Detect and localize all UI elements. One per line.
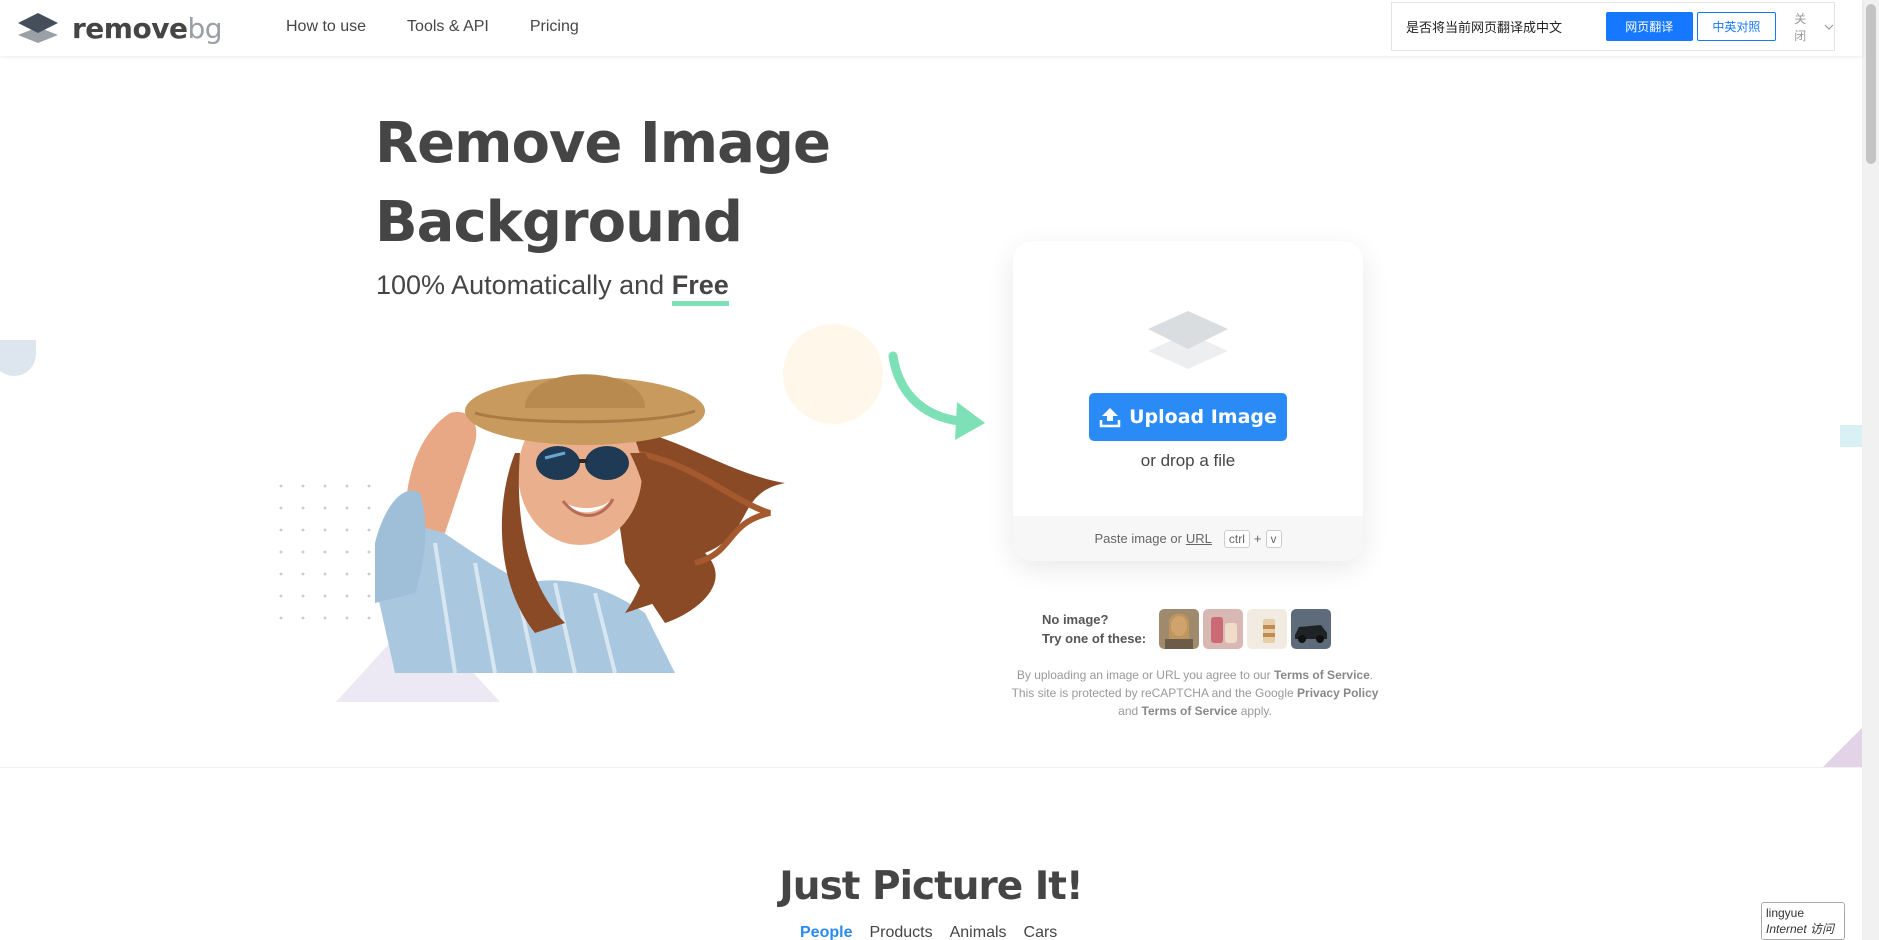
tab-people[interactable]: People: [800, 924, 852, 940]
sample-images: No image? Try one of these:: [1042, 609, 1335, 649]
samples-label-line1: No image?: [1042, 612, 1109, 627]
legal-text-3: and: [1118, 704, 1139, 718]
nav-pricing[interactable]: Pricing: [530, 18, 579, 36]
samples-label: No image? Try one of these:: [1042, 610, 1159, 648]
hero-subtitle-prefix: 100% Automatically and: [376, 270, 665, 300]
kbd-v: v: [1265, 529, 1282, 548]
category-tabs: People Products Animals Cars: [800, 924, 1057, 940]
logo[interactable]: removebg: [16, 10, 222, 46]
section-divider: [0, 767, 1862, 768]
privacy-policy-link[interactable]: Privacy Policy: [1297, 686, 1378, 700]
hero-woman-photo: [375, 374, 785, 673]
sample-thumb-product[interactable]: [1203, 609, 1243, 649]
main-nav: How to use Tools & API Pricing: [286, 18, 579, 36]
decorative-square: [1840, 425, 1862, 447]
hero-subtitle-highlight: Free: [671, 270, 729, 306]
translate-close-button[interactable]: 关闭: [1794, 10, 1834, 44]
tab-products[interactable]: Products: [869, 924, 932, 940]
chevron-down-icon: [1824, 24, 1834, 30]
page-scrollbar[interactable]: [1862, 0, 1879, 940]
bilingual-button[interactable]: 中英对照: [1696, 12, 1777, 41]
decorative-circle: [783, 324, 883, 424]
lingyue-widget[interactable]: lingyue Internet 访问: [1761, 902, 1845, 940]
translate-message: 是否将当前网页翻译成中文: [1406, 21, 1563, 36]
terms-link-1[interactable]: Terms of Service: [1274, 668, 1370, 682]
terms-link-2[interactable]: Terms of Service: [1142, 704, 1238, 718]
arrow-icon: [888, 351, 985, 440]
nav-how-to-use[interactable]: How to use: [286, 18, 366, 36]
widget-line2: Internet 访问: [1766, 922, 1835, 936]
section-title: Just Picture It!: [779, 864, 1083, 909]
legal-text-4: apply.: [1240, 704, 1272, 718]
translate-close-label: 关闭: [1794, 11, 1807, 43]
sample-thumb-person[interactable]: [1159, 609, 1199, 649]
sample-thumb-car[interactable]: [1291, 609, 1331, 649]
translate-bar: 是否将当前网页翻译成中文 网页翻译 中英对照 关闭: [1391, 2, 1835, 51]
decorative-half-circle: [0, 340, 36, 376]
hero-title: Remove Image Background: [375, 111, 831, 255]
paste-prefix: Paste image or: [1094, 531, 1182, 546]
drop-file-text: or drop a file: [1140, 451, 1236, 470]
legal-text-1: By uploading an image or URL you agree t…: [1016, 668, 1271, 682]
tab-cars[interactable]: Cars: [1024, 924, 1058, 940]
hero-subtitle: 100% Automatically and Free: [376, 270, 729, 306]
legal-notice: By uploading an image or URL you agree t…: [1010, 666, 1380, 720]
layers-icon: [1148, 311, 1228, 369]
logo-text: removebg: [72, 11, 222, 45]
upload-image-button[interactable]: Upload Image: [1089, 393, 1287, 441]
upload-card: Upload Image or drop a file Paste image …: [1013, 241, 1363, 561]
translate-page-button[interactable]: 网页翻译: [1606, 12, 1693, 41]
upload-button-label: Upload Image: [1129, 406, 1277, 428]
paste-hint: Paste image or URL ctrl + v: [1013, 516, 1363, 561]
decorative-corner-triangle: [1822, 728, 1862, 768]
upload-icon: [1099, 408, 1121, 428]
scrollbar-thumb[interactable]: [1866, 4, 1876, 164]
paste-url-link[interactable]: URL: [1186, 531, 1212, 546]
decorative-dot-grid: [270, 475, 380, 620]
sample-thumb-food[interactable]: [1247, 609, 1287, 649]
samples-label-line2: Try one of these:: [1042, 631, 1147, 646]
logo-layers-icon: [18, 13, 58, 43]
tab-animals[interactable]: Animals: [950, 924, 1007, 940]
kbd-plus: +: [1253, 531, 1262, 546]
widget-line1: lingyue: [1766, 906, 1805, 920]
kbd-ctrl: ctrl: [1223, 529, 1250, 548]
nav-tools-api[interactable]: Tools & API: [407, 18, 489, 36]
